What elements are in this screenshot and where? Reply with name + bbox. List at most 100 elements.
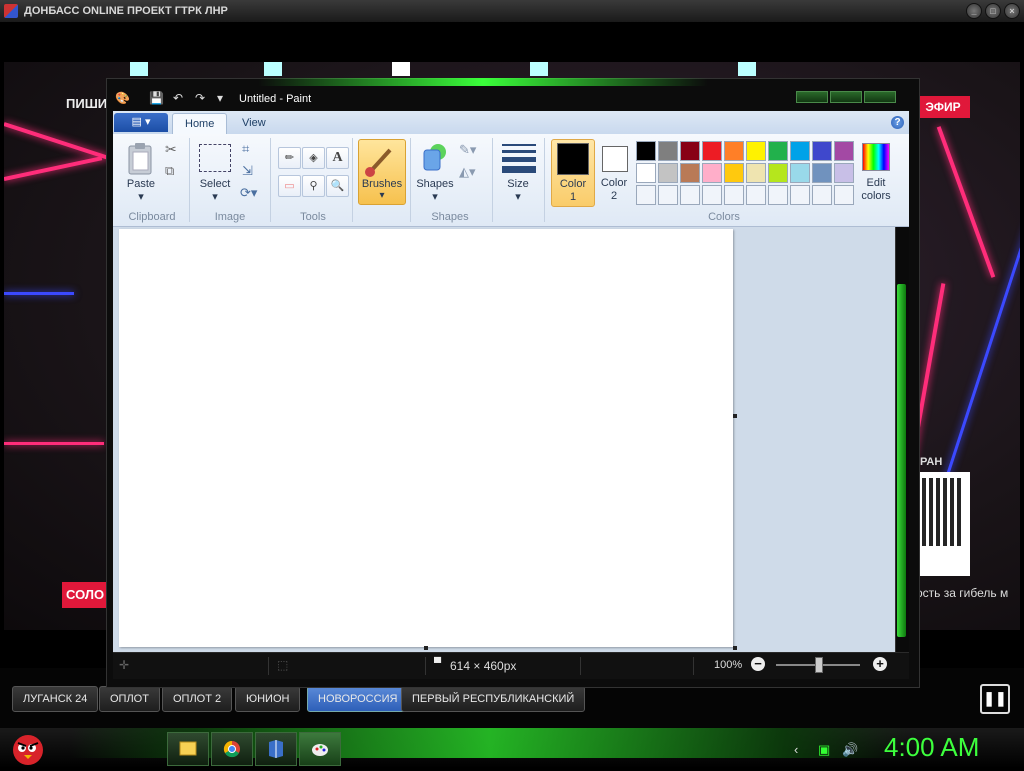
channel-button[interactable]: ПЕРВЫЙ РЕСПУБЛИКАНСКИЙ	[401, 686, 586, 712]
volume-icon[interactable]: 🔊	[842, 742, 858, 758]
crop-icon[interactable]: ⌗	[242, 141, 249, 157]
zoom-in-button[interactable]: +	[873, 657, 887, 671]
group-label-image: Image	[214, 211, 246, 223]
shapes-button[interactable]	[418, 140, 452, 176]
paint-app-icon[interactable]: 🎨	[115, 91, 130, 105]
taskbar-chrome-button[interactable]	[211, 732, 253, 766]
save-icon[interactable]: 💾	[149, 91, 164, 105]
pause-button[interactable]: ❚❚	[980, 684, 1010, 714]
paste-button[interactable]	[126, 140, 156, 176]
zoom-out-button[interactable]: −	[751, 657, 765, 671]
palette-swatch[interactable]	[834, 141, 854, 161]
palette-swatch[interactable]	[746, 185, 766, 205]
color2-button[interactable]: Color 2	[596, 140, 632, 206]
copy-icon[interactable]: ⧉	[165, 163, 174, 179]
palette-swatch[interactable]	[746, 163, 766, 183]
tab-view[interactable]: View	[230, 113, 278, 134]
window-title: Untitled - Paint	[239, 93, 312, 105]
palette-swatch[interactable]	[702, 163, 722, 183]
outline-icon[interactable]: ✎▾	[459, 142, 476, 158]
channel-button-active[interactable]: НОВОРОССИЯ	[307, 686, 409, 712]
edit-colors-button[interactable]: Edit colors	[857, 141, 895, 203]
channel-button[interactable]: ОПЛОТ	[99, 686, 160, 712]
brushes-button[interactable]: Brushes ▾	[358, 139, 406, 205]
close-button[interactable]: ×	[1004, 3, 1020, 19]
resize-handle-bottom[interactable]	[424, 646, 428, 650]
palette-swatch[interactable]	[702, 185, 722, 205]
resize-handle-corner[interactable]	[733, 646, 737, 650]
video-overlay-text: ПИШИ	[66, 96, 108, 111]
palette-swatch[interactable]	[790, 141, 810, 161]
palette-swatch[interactable]	[724, 185, 744, 205]
maximize-button[interactable]: □	[985, 3, 1001, 19]
drawing-canvas[interactable]	[119, 229, 733, 647]
palette-swatch[interactable]	[812, 185, 832, 205]
help-icon[interactable]: ?	[891, 116, 904, 129]
paint-minimize-button[interactable]	[796, 91, 828, 103]
color-picker-icon[interactable]: ⚲	[302, 175, 325, 197]
channel-button[interactable]: ЮНИОН	[235, 686, 301, 712]
pencil-icon[interactable]: ✏	[278, 147, 301, 169]
channel-button[interactable]: ЛУГАНСК 24	[12, 686, 99, 712]
palette-swatch[interactable]	[636, 163, 656, 183]
cut-icon[interactable]: ✂	[165, 141, 177, 158]
palette-swatch[interactable]	[658, 163, 678, 183]
text-icon[interactable]: A	[326, 147, 349, 169]
tab-home[interactable]: Home	[172, 113, 228, 135]
resize-icon[interactable]: ⇲	[242, 163, 253, 179]
taskbar-explorer-button[interactable]	[167, 732, 209, 766]
group-label-colors: Colors	[708, 211, 740, 223]
start-button[interactable]	[8, 728, 48, 768]
file-menu-button[interactable]: ▤ ▾	[114, 113, 168, 132]
scrollbar-thumb[interactable]	[897, 284, 906, 637]
palette-swatch[interactable]	[636, 185, 656, 205]
palette-swatch[interactable]	[724, 163, 744, 183]
size-icon[interactable]	[502, 142, 536, 173]
clock[interactable]: 4:00 AM	[884, 732, 979, 763]
redo-icon[interactable]: ↷	[193, 91, 207, 105]
chevron-down-icon: ▾	[212, 191, 218, 203]
palette-swatch[interactable]	[746, 141, 766, 161]
palette-swatch[interactable]	[680, 185, 700, 205]
rotate-icon[interactable]: ⟳▾	[240, 185, 257, 201]
paste-label: Paste	[126, 178, 156, 190]
cursor-position-icon: ✛	[119, 658, 130, 672]
paint-maximize-button[interactable]	[830, 91, 862, 103]
taskbar-app-button[interactable]	[255, 732, 297, 766]
paint-close-button[interactable]	[864, 91, 896, 103]
zoom-slider-thumb[interactable]	[815, 657, 823, 673]
taskbar-paint-button[interactable]	[299, 732, 341, 766]
tray-arrow-icon[interactable]: ‹	[794, 742, 798, 757]
canvas-size-text: 614 × 460px	[450, 659, 517, 673]
palette-swatch[interactable]	[834, 185, 854, 205]
select-label: Select	[199, 178, 231, 190]
canvas-size-icon: ▀	[434, 658, 442, 669]
minimize-button[interactable]: _	[966, 3, 982, 19]
palette-swatch[interactable]	[812, 163, 832, 183]
color1-button[interactable]: Color 1	[551, 139, 595, 207]
palette-swatch[interactable]	[812, 141, 832, 161]
palette-swatch[interactable]	[702, 141, 722, 161]
resize-handle-right[interactable]	[733, 414, 737, 418]
palette-swatch[interactable]	[636, 141, 656, 161]
palette-swatch[interactable]	[834, 163, 854, 183]
palette-swatch[interactable]	[768, 141, 788, 161]
network-icon[interactable]: ▣	[818, 742, 830, 758]
palette-swatch[interactable]	[680, 141, 700, 161]
eraser-icon[interactable]: ▭	[278, 175, 301, 197]
undo-icon[interactable]: ↶	[171, 91, 185, 105]
customize-quick-access-icon[interactable]: ▾	[213, 91, 227, 105]
select-button[interactable]	[199, 144, 231, 172]
palette-swatch[interactable]	[790, 185, 810, 205]
palette-swatch[interactable]	[658, 185, 678, 205]
palette-swatch[interactable]	[724, 141, 744, 161]
channel-button[interactable]: ОПЛОТ 2	[162, 686, 233, 712]
palette-swatch[interactable]	[790, 163, 810, 183]
fill-style-icon[interactable]: ◭▾	[459, 164, 476, 180]
palette-swatch[interactable]	[768, 163, 788, 183]
palette-swatch[interactable]	[768, 185, 788, 205]
palette-swatch[interactable]	[658, 141, 678, 161]
palette-swatch[interactable]	[680, 163, 700, 183]
magnifier-icon[interactable]: 🔍	[326, 175, 349, 197]
fill-icon[interactable]: ◈	[302, 147, 325, 169]
